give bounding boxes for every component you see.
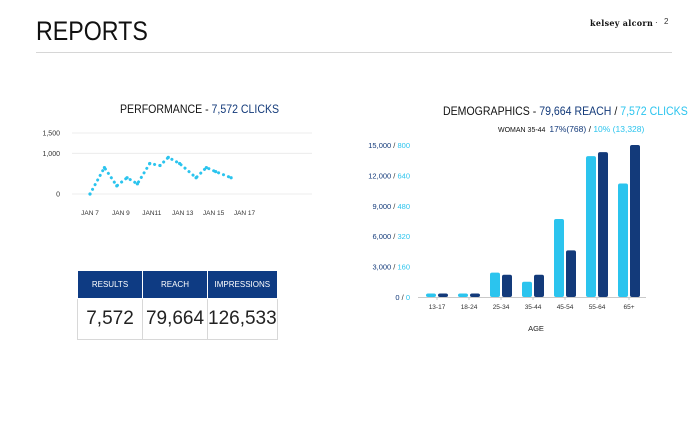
demo-bar [618,183,628,297]
demo-y-tick-label: 9,000 / 480 [372,202,410,211]
stats-header-reach: REACH [142,270,208,299]
demo-x-tick-label: 25-34 [493,304,510,311]
stats-value-impressions: 126,533 [207,298,278,340]
demo-x-tick-label: 45-54 [557,304,574,311]
stats-header-impressions: IMPRESSIONS [207,270,278,299]
demo-x-tick-label: 55-64 [589,304,606,311]
demo-bar [554,218,564,297]
demo-bar [458,293,468,297]
demo-x-axis-label: AGE [528,324,544,333]
stats-header-row: RESULTS REACH IMPRESSIONS [77,270,278,299]
demo-bar [502,274,512,297]
demo-y-tick-label: 0 / 0 [395,293,410,302]
demo-y-tick-label: 12,000 / 640 [368,171,410,180]
demo-y-tick-label: 15,000 / 800 [368,141,410,150]
demo-y-tick-label: 3,000 / 160 [372,263,410,272]
demo-x-tick-label: 65+ [623,304,634,311]
demo-y-tick-label: 6,000 / 320 [372,232,410,241]
demographics-bar-chart: 15,000 / 800 12,000 / 640 9,000 / 480 6,000… [368,141,646,333]
demo-bar [470,293,480,297]
demo-bar [630,145,640,297]
demo-bar [426,293,436,297]
stats-value-reach: 79,664 [142,298,208,340]
demo-bar [438,293,448,297]
demo-bar [534,274,544,297]
demo-x-tick-label: 35-44 [525,304,542,311]
stats-value-row: 7,572 79,664 126,533 [77,298,278,340]
demo-x-tick-label: 13-17 [429,304,446,311]
demo-bar [598,152,608,297]
demo-bar [490,272,500,297]
demo-bar [586,156,596,297]
stats-header-results: RESULTS [77,270,143,299]
stats-table: RESULTS REACH IMPRESSIONS 7,572 79,664 1… [77,270,278,340]
demo-x-tick-label: 18-24 [461,304,478,311]
demo-bar [566,250,576,297]
demo-bar [522,281,532,297]
stats-value-results: 7,572 [77,298,143,340]
